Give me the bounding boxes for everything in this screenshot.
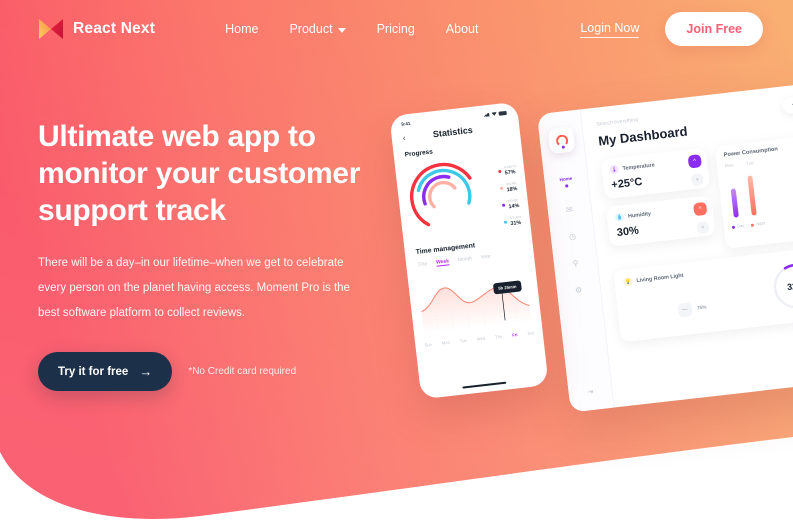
nav-actions: Login Now Join Free [580, 12, 763, 46]
nav-link-home[interactable]: Home [225, 22, 258, 36]
no-credit-card-note: *No Credit card required [188, 366, 297, 377]
nav-link-home-label: Home [225, 22, 259, 36]
hero-subtitle: There will be a day–in our lifetime–when… [38, 257, 350, 319]
navbar: React Next Home Product Pricing About Lo… [0, 0, 793, 58]
nav-link-product-label: Product [289, 22, 333, 36]
nav-link-about[interactable]: About [446, 22, 479, 36]
chevron-down-icon [337, 27, 346, 33]
try-it-free-button[interactable]: Try it for free → [38, 352, 173, 391]
hero-copy: Ultimate web app to monitor your custome… [38, 118, 378, 391]
landing-page: React Next Home Product Pricing About Lo… [0, 0, 793, 529]
brand-name: React Next [73, 20, 156, 37]
nav-link-about-label: About [445, 22, 479, 36]
nav-links: Home Product Pricing About [225, 22, 478, 36]
join-free-button[interactable]: Join Free [665, 12, 763, 46]
nav-link-pricing[interactable]: Pricing [377, 22, 415, 36]
arrow-right-icon: → [139, 364, 153, 379]
try-it-free-label: Try it for free [58, 365, 129, 378]
nav-link-pricing-label: Pricing [376, 22, 415, 36]
login-link[interactable]: Login Now [580, 21, 640, 38]
page-title: Ultimate web app to monitor your custome… [38, 120, 361, 227]
nav-link-product[interactable]: Product [289, 22, 346, 36]
cta-row: Try it for free → *No Credit card requir… [38, 352, 378, 391]
bowtie-logo-icon [39, 19, 63, 39]
brand-logo[interactable]: React Next [38, 18, 155, 40]
